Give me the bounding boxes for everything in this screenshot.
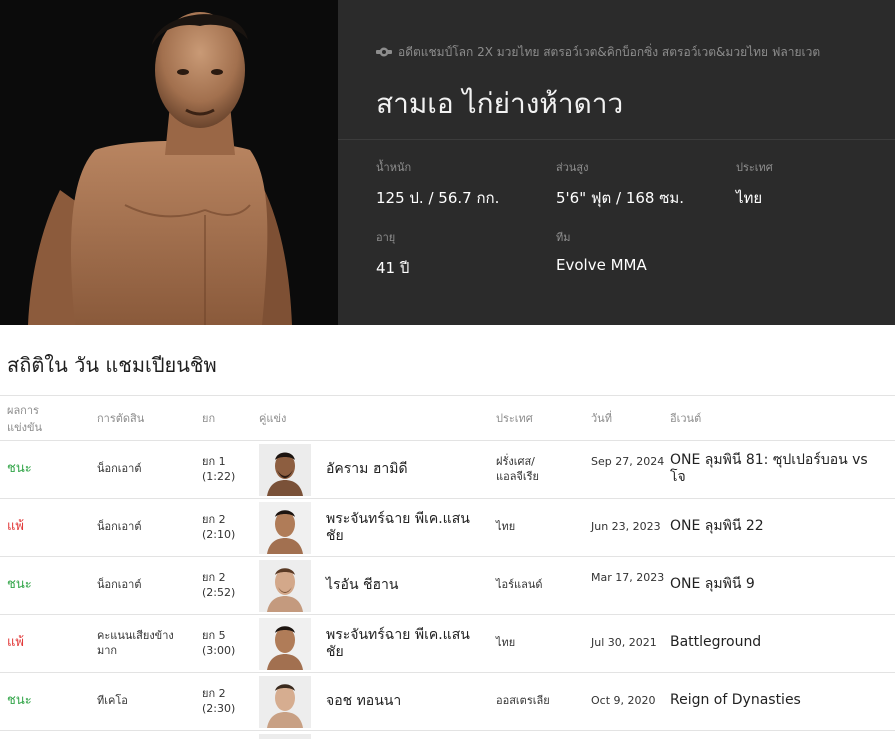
table-row xyxy=(0,731,895,739)
date-cell: Jul 30, 2021 xyxy=(591,636,657,649)
method-cell: คะแนนเสียงข้างมาก xyxy=(97,629,174,657)
stat-height-value: 5'6" ฟุต / 168 ซม. xyxy=(556,189,685,207)
round-cell: ยก 1 (1:22) xyxy=(202,454,235,484)
stat-team-value: Evolve MMA xyxy=(556,256,647,274)
opponent-avatar[interactable] xyxy=(259,444,311,496)
stat-age-value: 41 ปี xyxy=(376,259,410,277)
round-number: ยก 2 xyxy=(202,687,226,700)
event-link[interactable]: ONE ลุมพินี 22 xyxy=(670,518,885,535)
opponent-avatar[interactable] xyxy=(259,618,311,670)
event-link[interactable]: ONE ลุมพินี 9 xyxy=(670,576,885,593)
athlete-info-panel: อดีตแชมป์โลก 2X มวยไทย สตรอว์เวต&คิกบ็อก… xyxy=(338,0,895,325)
fight-record-table: ผลการ แข่งขัน การตัดสิน ยก คู่แข่ง ประเท… xyxy=(0,395,895,739)
round-time: (3:00) xyxy=(202,644,236,657)
result-cell: ชนะ xyxy=(7,461,32,476)
stat-weight-label: น้ำหนัก xyxy=(376,161,412,174)
hero-divider xyxy=(338,139,895,140)
round-number: ยก 2 xyxy=(202,571,226,584)
country-cell: ออสเตรเลีย xyxy=(496,694,550,707)
round-time: (2:52) xyxy=(202,586,236,599)
round-cell: ยก 2 (2:52) xyxy=(202,570,235,600)
opponent-avatar[interactable] xyxy=(259,560,311,612)
stat-country-label: ประเทศ xyxy=(736,161,773,174)
country-cell: ไทย xyxy=(496,636,516,649)
opponent-avatar[interactable] xyxy=(259,676,311,728)
stat-height: ส่วนสูง 5'6" ฟุต / 168 ซม. xyxy=(556,158,684,210)
round-cell: ยก 2 (2:10) xyxy=(202,512,235,542)
method-cell: น็อกเอาต์ xyxy=(97,462,142,475)
result-cell: ชนะ xyxy=(7,693,32,708)
header-round: ยก xyxy=(202,412,216,425)
opponent-name-link[interactable]: ไรอัน ชีฮาน xyxy=(326,577,476,594)
stat-team: ทีม Evolve MMA xyxy=(556,228,647,274)
stat-team-label: ทีม xyxy=(556,231,571,244)
date-cell: Oct 9, 2020 xyxy=(591,694,656,707)
opponent-name-link[interactable]: พระจันทร์ฉาย พีเค.แสนชัย xyxy=(326,627,476,661)
header-event: อีเวนต์ xyxy=(670,412,702,425)
stat-country: ประเทศ ไทย xyxy=(736,158,773,210)
result-cell: ชนะ xyxy=(7,577,32,592)
round-time: (1:22) xyxy=(202,470,236,483)
round-time: (2:10) xyxy=(202,528,236,541)
athlete-hero: อดีตแชมป์โลก 2X มวยไทย สตรอว์เวต&คิกบ็อก… xyxy=(0,0,895,325)
date-cell: Sep 27, 2024 xyxy=(591,455,665,468)
round-cell: ยก 5 (3:00) xyxy=(202,628,235,658)
header-opponent: คู่แข่ง xyxy=(259,412,287,425)
method-cell: น็อกเอาต์ xyxy=(97,520,142,533)
result-cell: แพ้ xyxy=(7,519,24,534)
section-title: สถิติใน วัน แชมเปียนชิพ xyxy=(7,353,217,377)
stat-height-label: ส่วนสูง xyxy=(556,161,589,174)
opponent-name-link[interactable]: พระจันทร์ฉาย พีเค.แสนชัย xyxy=(326,511,476,545)
belt-icon xyxy=(376,46,392,60)
header-result-line1: ผลการ xyxy=(7,404,39,417)
athlete-name: สามเอ ไก่ย่างห้าดาว xyxy=(376,87,624,120)
opponent-name-link[interactable]: อัคราม ฮามิดี xyxy=(326,461,476,478)
table-header: ผลการ แข่งขัน การตัดสิน ยก คู่แข่ง ประเท… xyxy=(0,395,895,441)
method-cell: น็อกเอาต์ xyxy=(97,578,142,591)
table-row: แพ้ น็อกเอาต์ ยก 2 (2:10) พระจันทร์ฉาย พ… xyxy=(0,499,895,557)
country-cell: ไทย xyxy=(496,520,516,533)
table-row: ชนะ ทีเคโอ ยก 2 (2:30) จอช ทอนนา ออสเตรเ… xyxy=(0,673,895,731)
table-row: ชนะ น็อกเอาต์ ยก 2 (2:52) ไรอัน ชีฮาน ไอ… xyxy=(0,557,895,615)
stat-weight-value: 125 ป. / 56.7 กก. xyxy=(376,189,500,207)
header-result: ผลการ แข่งขัน xyxy=(7,402,42,436)
country-cell: ฝรั่งเศส/แอลจีเรีย xyxy=(496,455,539,483)
athlete-photo-image xyxy=(0,0,338,325)
event-link[interactable]: Battleground xyxy=(670,634,885,651)
table-row: แพ้ คะแนนเสียงข้างมาก ยก 5 (3:00) พระจัน… xyxy=(0,615,895,673)
method-cell: ทีเคโอ xyxy=(97,694,128,707)
athlete-titles: อดีตแชมป์โลก 2X มวยไทย สตรอว์เวต&คิกบ็อก… xyxy=(376,43,820,62)
header-method: การตัดสิน xyxy=(97,412,145,425)
opponent-avatar[interactable] xyxy=(259,734,311,739)
athlete-photo xyxy=(0,0,338,325)
table-row: ชนะ น็อกเอาต์ ยก 1 (1:22) อัคราม ฮามิดี … xyxy=(0,441,895,499)
stat-weight: น้ำหนัก 125 ป. / 56.7 กก. xyxy=(376,158,499,210)
round-number: ยก 5 xyxy=(202,629,226,642)
stat-age-label: อายุ xyxy=(376,231,396,244)
header-date: วันที่ xyxy=(591,412,612,425)
event-link[interactable]: Reign of Dynasties xyxy=(670,692,885,709)
round-cell: ยก 2 (2:30) xyxy=(202,686,235,716)
result-cell: แพ้ xyxy=(7,635,24,650)
round-number: ยก 1 xyxy=(202,455,226,468)
opponent-avatar[interactable] xyxy=(259,502,311,554)
date-cell: Mar 17, 2023 xyxy=(591,571,665,584)
opponent-name-link[interactable]: จอช ทอนนา xyxy=(326,693,476,710)
country-cell: ไอร์แลนด์ xyxy=(496,578,543,591)
header-result-line2: แข่งขัน xyxy=(7,421,43,434)
header-country: ประเทศ xyxy=(496,412,533,425)
event-link[interactable]: ONE ลุมพินี 81: ซุปเปอร์บอน vs โจ xyxy=(670,452,885,486)
round-number: ยก 2 xyxy=(202,513,226,526)
stat-age: อายุ 41 ปี xyxy=(376,228,409,280)
stat-country-value: ไทย xyxy=(736,189,763,207)
athlete-titles-text: อดีตแชมป์โลก 2X มวยไทย สตรอว์เวต&คิกบ็อก… xyxy=(398,45,821,59)
round-time: (2:30) xyxy=(202,702,236,715)
date-cell: Jun 23, 2023 xyxy=(591,520,661,533)
